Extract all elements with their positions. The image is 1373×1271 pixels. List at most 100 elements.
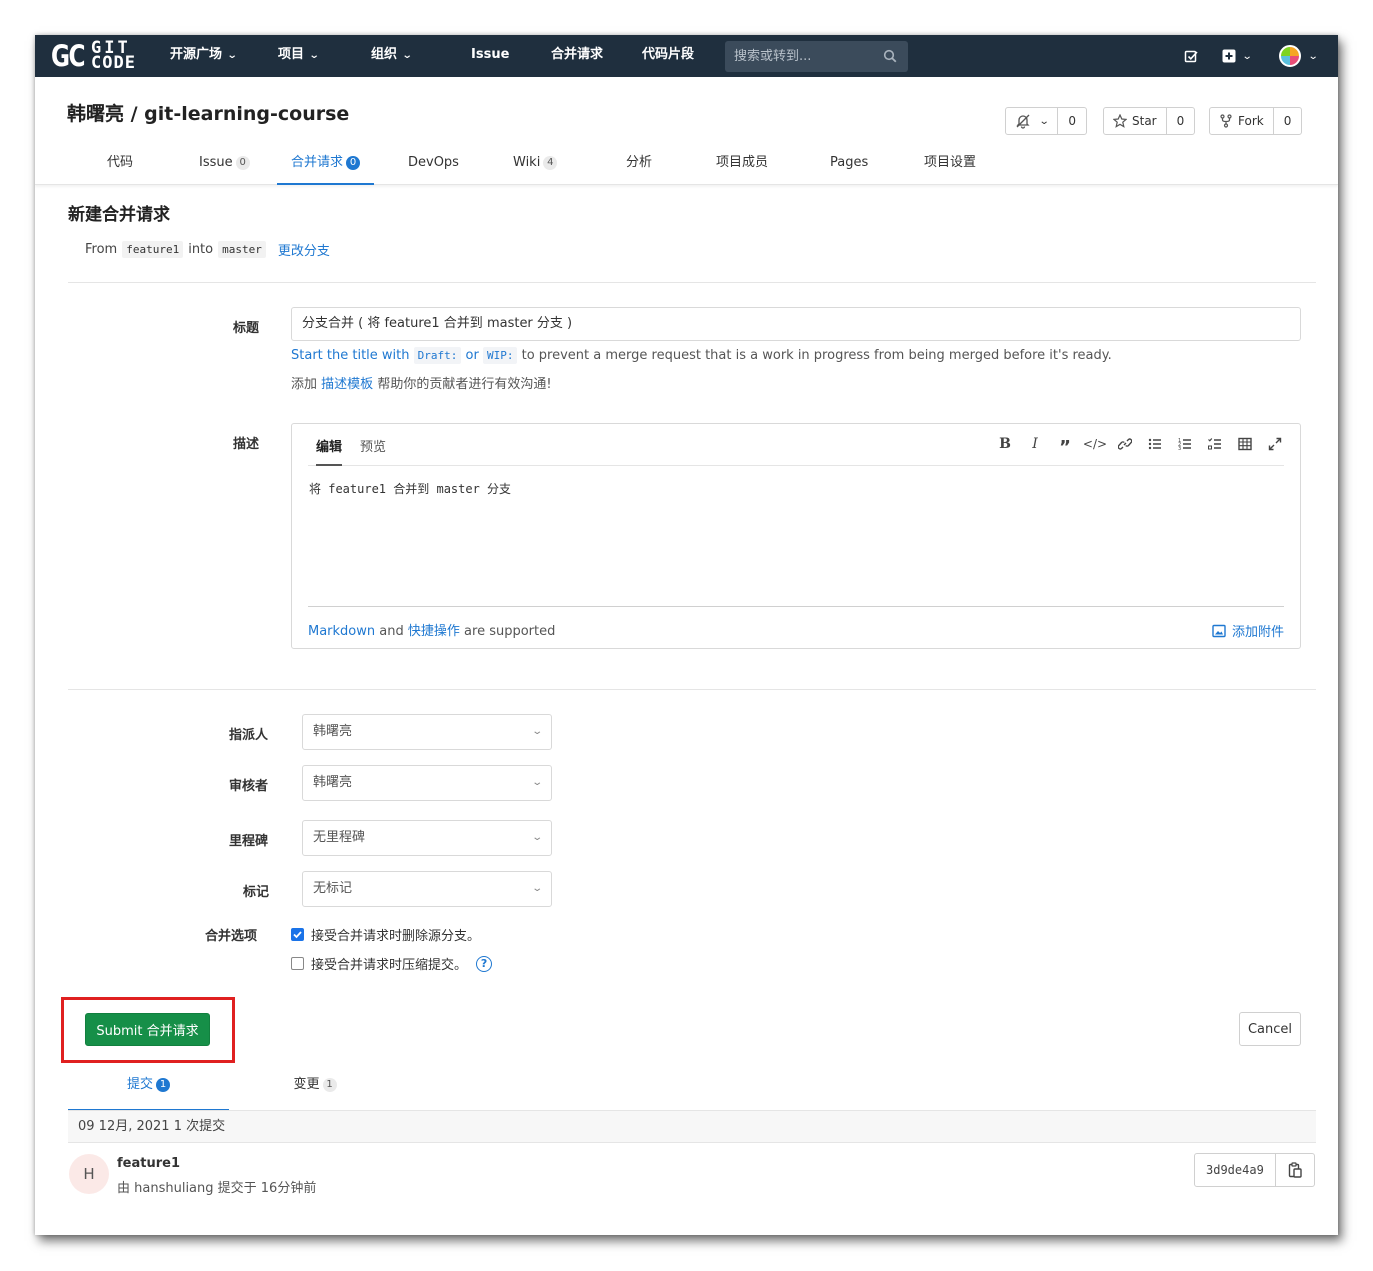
tab-changes[interactable]: 变更 1 (235, 1075, 395, 1111)
wiki-count-badge: 4 (543, 156, 558, 170)
tab-pages[interactable]: Pages (830, 143, 868, 185)
tab-devops[interactable]: DevOps (408, 143, 459, 185)
delete-source-branch-option[interactable]: 接受合并请求时删除源分支。 (291, 925, 480, 944)
template-hint: 添加 描述模板 帮助你的贡献者进行有效沟通! (291, 377, 552, 392)
tab-commits[interactable]: 提交 1 (68, 1075, 229, 1111)
bullet-list-icon[interactable] (1146, 434, 1164, 454)
bold-icon[interactable]: B (996, 434, 1014, 454)
table-icon[interactable] (1236, 434, 1254, 454)
tab-settings[interactable]: 项目设置 (924, 143, 976, 185)
italic-icon[interactable]: I (1026, 434, 1044, 454)
numbered-list-icon[interactable]: 123 (1176, 434, 1194, 454)
squash-commits-option[interactable]: 接受合并请求时压缩提交。 ? (291, 954, 493, 973)
attach-file-button[interactable]: 添加附件 (1212, 621, 1284, 640)
wip-hint-link[interactable]: Start the title with (291, 348, 410, 363)
delete-source-branch-checkbox[interactable] (291, 928, 304, 941)
cancel-button[interactable]: Cancel (1239, 1012, 1301, 1046)
commits-count-badge: 1 (156, 1078, 170, 1092)
nav-explore[interactable]: 开源广场 ⌄ (170, 35, 238, 77)
chevron-down-icon: ⌄ (530, 883, 543, 894)
nav-groups[interactable]: 组织 ⌄ (371, 35, 413, 77)
description-label: 描述 (233, 437, 260, 452)
merge-request-count-badge: 0 (346, 156, 361, 170)
target-branch: master (218, 241, 266, 258)
code-icon[interactable]: </> (1083, 434, 1107, 454)
markdown-hint: Markdown and 快捷操作 are supported (308, 624, 556, 639)
image-icon (1212, 624, 1226, 637)
fork-count: 0 (1283, 114, 1292, 128)
quick-actions-link[interactable]: 快捷操作 (408, 624, 460, 639)
chevron-down-icon: ⌄ (530, 832, 543, 843)
copy-sha-button[interactable] (1276, 1154, 1314, 1186)
notification-count: 0 (1068, 114, 1077, 128)
markdown-toolbar: B I ” </> 123 (996, 434, 1284, 458)
fork-icon (1220, 114, 1232, 128)
notification-button[interactable]: ⌄ 0 (1005, 107, 1088, 135)
new-item-button[interactable]: ⌄ (1222, 35, 1253, 77)
user-menu[interactable]: ⌄ (1279, 35, 1319, 77)
squash-commits-checkbox[interactable] (291, 957, 304, 970)
merge-options-label: 合并选项 (205, 929, 258, 944)
editor-tab-preview[interactable]: 预览 (360, 436, 386, 455)
nav-snippets[interactable]: 代码片段 (642, 35, 694, 77)
plus-square-icon (1222, 49, 1236, 63)
tab-wiki[interactable]: Wiki 4 (513, 143, 558, 185)
chevron-down-icon: ⌄ (1241, 50, 1253, 62)
commit-sha-button[interactable]: 3d9de4a9 (1195, 1154, 1276, 1186)
checkmark-icon (293, 931, 302, 939)
avatar[interactable]: H (69, 1154, 109, 1194)
clipboard-icon (1288, 1162, 1302, 1178)
commit-meta: 由 hanshuliang 提交于 16分钟前 (117, 1181, 317, 1196)
search-box[interactable] (725, 41, 908, 72)
help-icon[interactable]: ? (476, 955, 493, 972)
chevron-down-icon: ⌄ (1038, 115, 1050, 127)
nav-issue[interactable]: Issue (471, 35, 509, 77)
issue-count-badge: 0 (235, 156, 250, 170)
chevron-down-icon: ⌄ (226, 50, 238, 61)
description-template-link[interactable]: 描述模板 (321, 377, 373, 392)
search-icon[interactable] (883, 49, 897, 63)
nav-projects[interactable]: 项目 ⌄ (278, 35, 320, 77)
star-icon (1113, 114, 1127, 128)
nav-merge-requests[interactable]: 合并请求 (551, 35, 603, 77)
fork-button[interactable]: Fork 0 (1209, 107, 1303, 135)
change-branches-link[interactable]: 更改分支 (278, 240, 330, 259)
reviewer-label: 审核者 (229, 779, 269, 794)
link-icon[interactable] (1116, 434, 1134, 454)
tab-members[interactable]: 项目成员 (716, 143, 768, 185)
project-title[interactable]: 韩曙亮 / git-learning-course (67, 99, 349, 126)
tab-issue[interactable]: Issue 0 (199, 143, 250, 185)
app-window: GC GIT CODE 开源广场 ⌄ 项目 ⌄ 组织 ⌄ Issue 合并请求 代码片… (35, 35, 1338, 1235)
assignee-select[interactable]: 韩曙亮 ⌄ (302, 714, 552, 750)
star-label: Star (1132, 114, 1157, 128)
reviewer-select[interactable]: 韩曙亮 ⌄ (302, 765, 552, 801)
tab-code[interactable]: 代码 (107, 143, 133, 185)
gitcode-logo[interactable]: GC GIT CODE (51, 39, 136, 73)
top-navbar: GC GIT CODE 开源广场 ⌄ 项目 ⌄ 组织 ⌄ Issue 合并请求 代码片… (35, 35, 1338, 77)
commit-day-header: 09 12月, 2021 1 次提交 (68, 1111, 1316, 1143)
user-avatar (1279, 45, 1301, 67)
task-list-icon[interactable] (1206, 434, 1224, 454)
fullscreen-icon[interactable] (1266, 434, 1284, 454)
quote-icon[interactable]: ” (1056, 434, 1074, 458)
tab-analytics[interactable]: 分析 (626, 143, 652, 185)
milestone-label: 里程碑 (229, 834, 269, 849)
star-count: 0 (1176, 114, 1185, 128)
commit-title[interactable]: feature1 (117, 1156, 180, 1171)
labels-select[interactable]: 无标记 ⌄ (302, 871, 552, 907)
submit-merge-request-button[interactable]: Submit 合并请求 (85, 1013, 210, 1046)
tab-merge-requests[interactable]: 合并请求 0 (277, 143, 375, 185)
page-title: 新建合并请求 (68, 205, 170, 225)
title-field[interactable]: 分支合并 ( 将 feature1 合并到 master 分支 ) (291, 307, 1301, 341)
todo-button[interactable] (1184, 35, 1199, 77)
search-input[interactable] (725, 41, 875, 72)
markdown-link[interactable]: Markdown (308, 624, 375, 639)
commit-sha-group: 3d9de4a9 (1194, 1153, 1315, 1187)
editor-tab-write[interactable]: 编辑 (316, 436, 343, 466)
milestone-select[interactable]: 无里程碑 ⌄ (302, 820, 552, 856)
description-editor: 编辑 预览 B I ” </> 123 将 feature1 合并到 maste… (291, 423, 1301, 649)
chevron-down-icon: ⌄ (530, 726, 543, 737)
chevron-down-icon: ⌄ (308, 50, 320, 61)
star-button[interactable]: Star 0 (1103, 107, 1196, 135)
description-textarea[interactable]: 将 feature1 合并到 master 分支 (309, 480, 511, 497)
